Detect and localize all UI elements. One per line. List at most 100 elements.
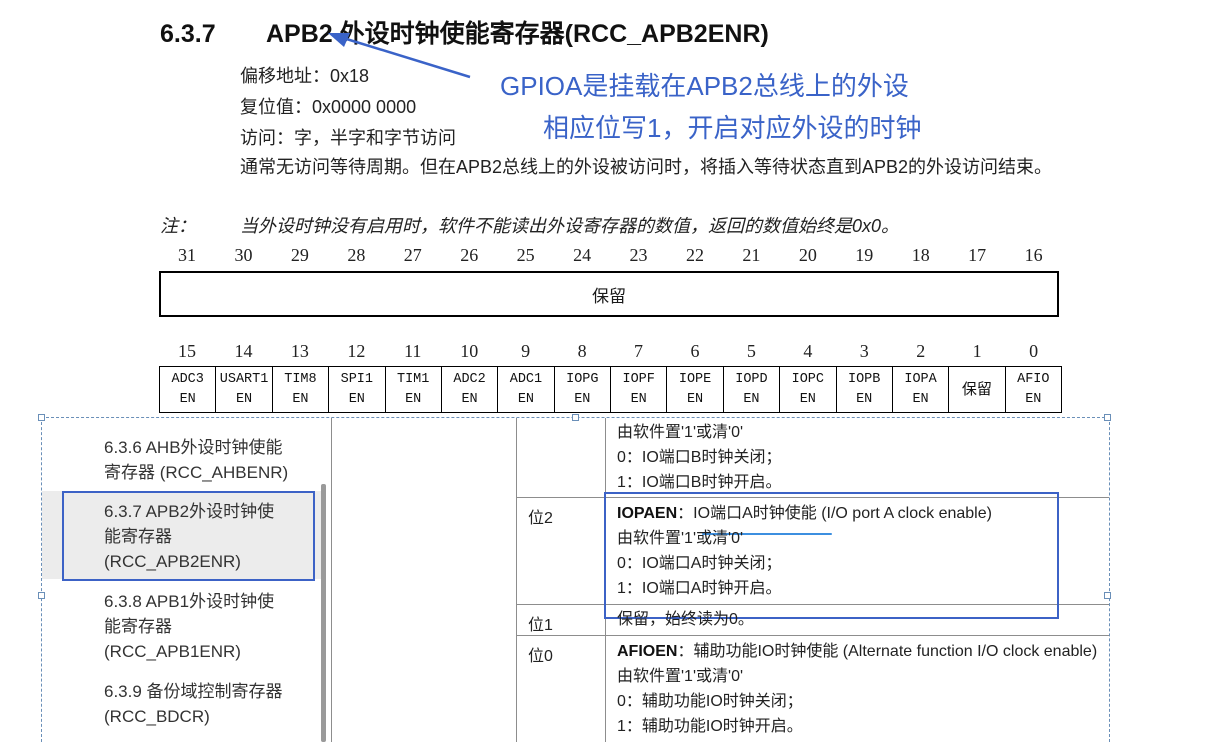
- bit-number: 29: [290, 245, 309, 265]
- bit-number: 13: [290, 341, 309, 361]
- annotation-arrow: [328, 33, 471, 79]
- toc-item-6-3-6[interactable]: 6.3.6 AHB外设时钟使能 寄存器 (RCC_AHBENR): [104, 435, 349, 485]
- bit-field-suffix: EN: [630, 391, 647, 407]
- bit-number: 17: [968, 245, 987, 265]
- bit-number: 0: [1029, 341, 1039, 361]
- bit1-desc: 保留，始终读为0。: [617, 611, 754, 628]
- bit-field-cell: ADC3 EN: [160, 367, 217, 412]
- bit-field-suffix: EN: [405, 391, 422, 407]
- bit-number: 26: [460, 245, 479, 265]
- toc-selection-highlight: [62, 491, 315, 581]
- iopaen-highlight-box: [604, 492, 1059, 619]
- bit-field-name: 保留: [961, 380, 992, 398]
- bit-field-name: IOPD: [735, 371, 768, 387]
- bit-field-name: IOPG: [566, 371, 599, 387]
- bit-field-cell: USART1 EN: [216, 367, 273, 412]
- bit-field-name: ADC1: [509, 371, 543, 387]
- section-number: 6.3.7: [160, 20, 216, 48]
- bit-number: 27: [403, 245, 422, 265]
- bit-field-suffix: EN: [461, 391, 478, 407]
- bit-field-suffix: EN: [292, 391, 309, 407]
- bit0-title: AFIOEN：辅助功能IO时钟使能 (Alternate function I/…: [617, 639, 1097, 665]
- bit-field-cell: IOPD EN: [724, 367, 781, 412]
- bit-number: 11: [404, 341, 422, 361]
- bit-field-name: SPI1: [340, 371, 374, 387]
- bit-field-name: USART1: [219, 371, 269, 387]
- lower-bit-fields: ADC3 EN USART1 EN TIM8 EN SPI1 EN TIM1 EN ADC2 EN AD…: [159, 366, 1062, 413]
- bit-number: 16: [1024, 245, 1043, 265]
- bit-field-cell: IOPA EN: [893, 367, 950, 412]
- bit0-desc-line: 1：辅助功能IO时钟开启。: [617, 718, 803, 735]
- bit1-label: 位1: [528, 617, 553, 634]
- bit-number: 3: [859, 341, 869, 361]
- bit0-desc-line: 0：辅助功能IO时钟关闭；: [617, 693, 803, 710]
- bit-field-cell: IOPC EN: [780, 367, 837, 412]
- bit-field-cell: SPI1 EN: [329, 367, 386, 412]
- bit0-title-rest: 辅助功能IO时钟使能 (Alternate function I/O clock…: [693, 643, 1098, 660]
- toc-item-6-3-9[interactable]: 6.3.9 备份域控制寄存器 (RCC_BDCR): [104, 679, 349, 729]
- selection-handle[interactable]: [38, 592, 45, 599]
- selection-handle[interactable]: [1104, 414, 1111, 421]
- bit-field-suffix: EN: [743, 391, 760, 407]
- selection-handle[interactable]: [38, 414, 45, 421]
- toc-scrollbar[interactable]: [321, 484, 326, 742]
- bit0-desc-line: 由软件置'1'或清'0': [617, 668, 744, 685]
- bit-field-cell: IOPE EN: [667, 367, 724, 412]
- description-paragraph: 通常无访问等待周期。但在APB2总线上的外设被访问时，将插入等待状态直到APB2…: [240, 157, 1053, 177]
- bit-field-name: IOPB: [847, 371, 881, 387]
- bit-number: 2: [916, 341, 926, 361]
- bit-number: 9: [521, 341, 531, 361]
- bit-field-cell: AFIO EN: [1006, 367, 1061, 412]
- bit-number: 24: [573, 245, 592, 265]
- bit-field-name: AFIO: [1017, 371, 1050, 387]
- bit-field-cell: ADC2 EN: [442, 367, 499, 412]
- bit-number: 20: [798, 245, 817, 265]
- toc-item-line: 能寄存器: [104, 617, 172, 636]
- bit-field-suffix: EN: [179, 391, 196, 407]
- bit-field-cell: ADC1 EN: [498, 367, 555, 412]
- selection-handle[interactable]: [1104, 592, 1111, 599]
- bit-number: 25: [516, 245, 535, 265]
- reserved-field-upper: 保留: [159, 271, 1059, 317]
- bit-field-suffix: EN: [517, 391, 535, 407]
- toc-item-line: 寄存器 (RCC_AHBENR): [104, 463, 289, 482]
- bit-number: 18: [911, 245, 930, 265]
- reset-value: 复位值：0x0000 0000: [240, 97, 417, 117]
- bit-field-name: IOPC: [791, 371, 825, 387]
- bit-number: 30: [234, 245, 253, 265]
- bit-field-suffix: EN: [1025, 391, 1042, 407]
- bit0-name: AFIOEN: [617, 643, 678, 660]
- bit-field-cell: 保留: [949, 367, 1006, 412]
- bit-field-suffix: EN: [799, 391, 816, 407]
- bit-number: 31: [178, 245, 196, 265]
- bit0-separator: ：: [677, 643, 694, 660]
- bit-number: 5: [746, 341, 756, 361]
- bit-number: 1: [972, 341, 982, 361]
- bit-field-name: IOPA: [904, 371, 937, 387]
- bit-number: 23: [629, 245, 648, 265]
- toc-item-6-3-8[interactable]: 6.3.8 APB1外设时钟使 能寄存器 (RCC_APB1ENR): [104, 589, 349, 664]
- bit-number: 15: [178, 341, 196, 361]
- bit-field-name: IOPE: [678, 371, 712, 387]
- bit-field-name: TIM8: [284, 371, 317, 387]
- bit-number: 4: [803, 341, 813, 361]
- bit-field-name: IOPF: [622, 371, 655, 387]
- bit-field-suffix: EN: [235, 391, 253, 407]
- selection-handle[interactable]: [572, 414, 579, 421]
- bit-field-cell: TIM1 EN: [386, 367, 442, 412]
- bit-field-cell: IOPB EN: [837, 367, 893, 412]
- toc-item-line: 6.3.8 APB1外设时钟使: [104, 592, 275, 611]
- toc-item-line: (RCC_APB1ENR): [104, 642, 241, 661]
- bit-number: 7: [634, 341, 643, 361]
- bit-field-name: ADC2: [453, 371, 486, 387]
- toc-item-line: 6.3.9 备份域控制寄存器: [104, 682, 283, 701]
- bit-number: 10: [460, 341, 479, 361]
- bit-number: 28: [347, 245, 366, 265]
- bit-field-cell: IOPF EN: [611, 367, 668, 412]
- overlay-window: 6.3.6 AHB外设时钟使能 寄存器 (RCC_AHBENR) 6.3.7 A…: [41, 417, 1110, 742]
- annotation-line-2: 相应位写1，开启对应外设的时钟: [543, 113, 922, 143]
- bit-field-suffix: EN: [856, 391, 873, 407]
- bit-number: 12: [347, 341, 366, 361]
- toc-item-line: (RCC_BDCR): [104, 707, 210, 726]
- bit-field-cell: IOPG EN: [555, 367, 611, 412]
